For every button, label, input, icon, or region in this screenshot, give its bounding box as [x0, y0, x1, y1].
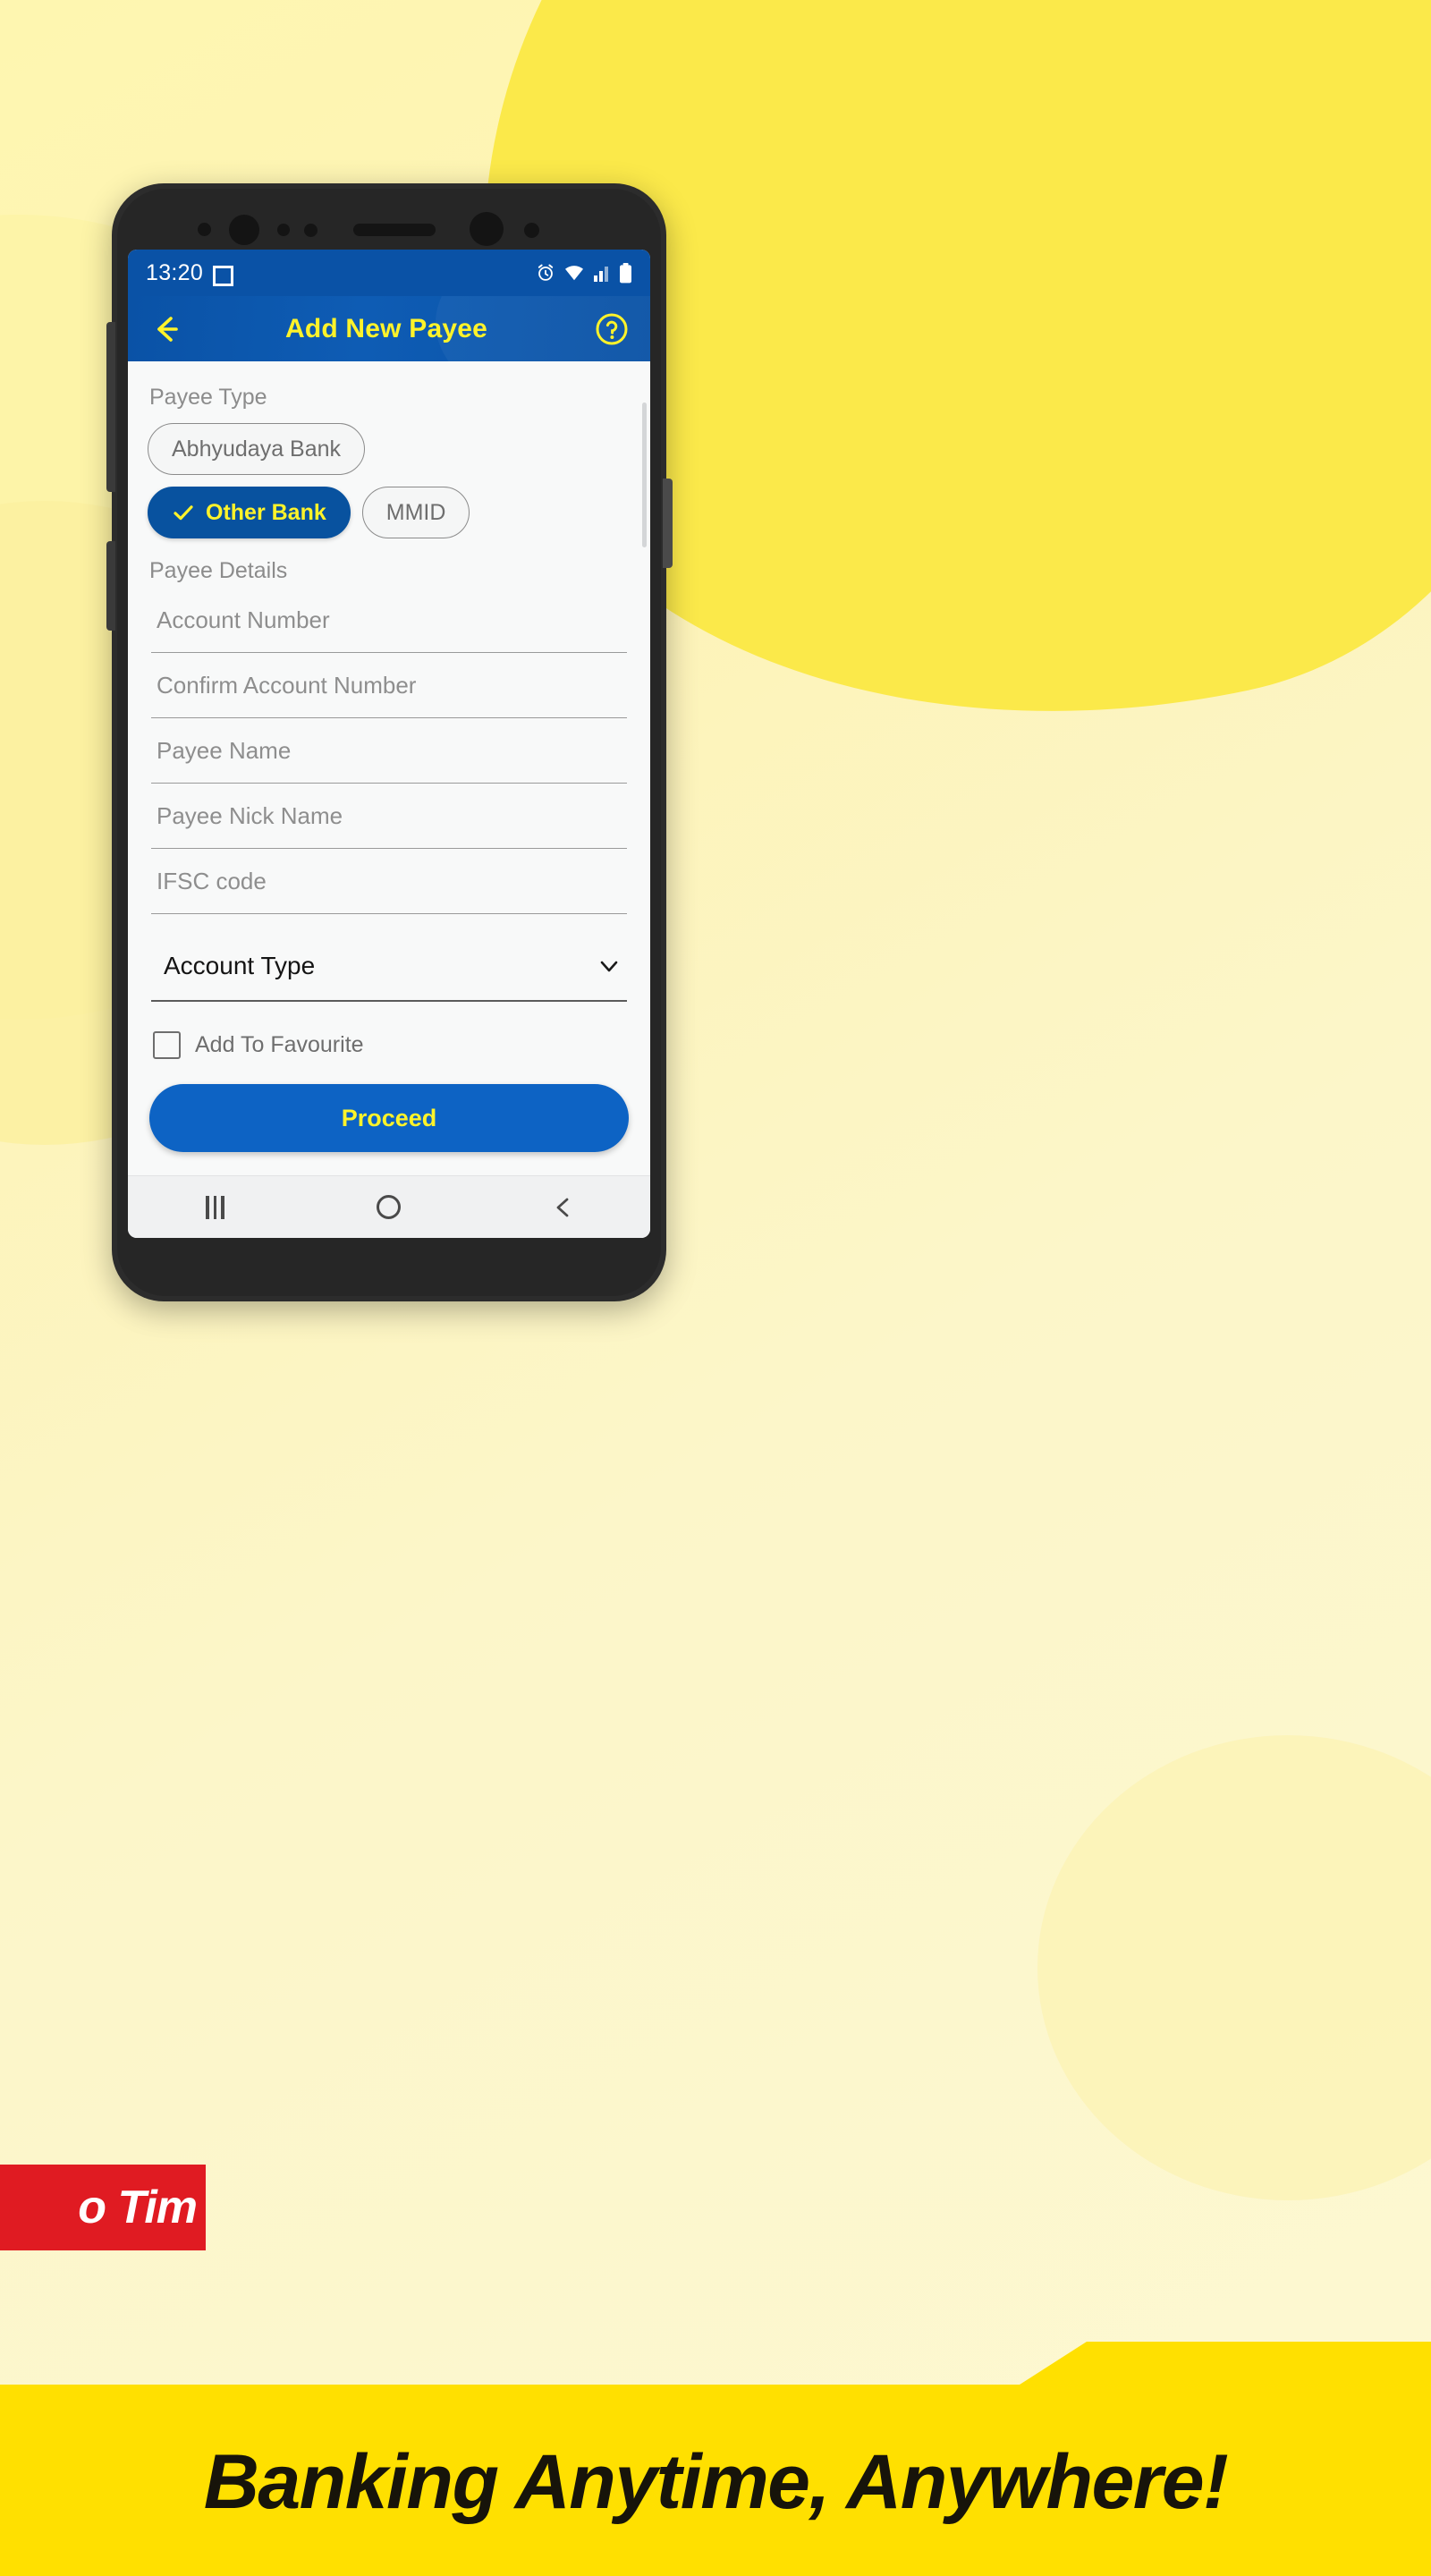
sensor-dot-icon	[524, 223, 539, 238]
phone-mockup: 13:20 Add New Payee Payee Type Abhyudaya…	[106, 183, 673, 1301]
volume-down-button[interactable]	[106, 541, 115, 631]
nav-back-icon[interactable]	[523, 1195, 604, 1220]
phone-screen: 13:20 Add New Payee Payee Type Abhyudaya…	[128, 250, 650, 1238]
signal-icon	[593, 263, 611, 283]
payee-nick-name-input[interactable]	[151, 801, 627, 830]
chip-label: Other Bank	[206, 499, 326, 525]
chip-mmid[interactable]: MMID	[361, 487, 470, 538]
promo-red-banner-text: o Tim	[78, 2182, 198, 2233]
home-circle-icon[interactable]	[349, 1195, 429, 1219]
proceed-button-label: Proceed	[341, 1104, 437, 1131]
confirm-account-number-field[interactable]	[151, 653, 627, 718]
chip-other-bank[interactable]: Other Bank	[148, 487, 351, 538]
alarm-icon	[536, 263, 555, 283]
chip-abhyudaya-bank[interactable]: Abhyudaya Bank	[148, 423, 366, 475]
account-number-field[interactable]	[151, 588, 627, 653]
payee-type-label: Payee Type	[149, 385, 267, 410]
crop-brackets-icon	[213, 263, 234, 286]
volume-up-button[interactable]	[106, 322, 115, 492]
promo-red-banner: o Tim	[0, 2165, 206, 2250]
form-content: Payee Type Abhyudaya Bank Other Bank MMI…	[128, 361, 650, 1175]
sensor-dot-icon	[277, 224, 290, 236]
payee-name-input[interactable]	[151, 736, 627, 765]
earpiece-speaker-icon	[353, 224, 436, 236]
confirm-account-number-input[interactable]	[151, 671, 627, 699]
promo-ribbon-text: Banking Anytime, Anywhere!	[203, 2438, 1229, 2525]
recents-icon[interactable]	[174, 1195, 255, 1219]
sensor-dot-icon	[198, 223, 211, 236]
payee-details-label: Payee Details	[149, 558, 288, 583]
phone-sensor-row	[112, 210, 666, 248]
front-camera-icon	[229, 215, 259, 245]
payee-type-chip-group: Abhyudaya Bank	[148, 423, 631, 475]
payee-name-field[interactable]	[151, 718, 627, 784]
check-icon	[172, 501, 195, 524]
proximity-sensor-icon	[470, 212, 504, 246]
sensor-dot-icon	[304, 224, 318, 237]
wifi-icon	[563, 263, 585, 283]
battery-icon	[619, 262, 632, 284]
status-bar: 13:20	[128, 250, 650, 296]
add-to-favourite-checkbox[interactable]	[153, 1031, 181, 1059]
add-to-favourite-row[interactable]: Add To Favourite	[153, 1031, 631, 1084]
form-spacer	[148, 1002, 631, 1031]
account-number-input[interactable]	[151, 606, 627, 634]
chip-label: MMID	[385, 499, 446, 525]
account-type-dropdown[interactable]: Account Type	[151, 932, 627, 1002]
payee-nick-name-field[interactable]	[151, 784, 627, 849]
page-title: Add New Payee	[284, 313, 488, 343]
chevron-down-icon	[597, 953, 622, 979]
add-to-favourite-label: Add To Favourite	[195, 1032, 364, 1057]
payee-type-chip-group-row2: Other Bank MMID	[148, 487, 631, 538]
power-button[interactable]	[663, 479, 673, 568]
promo-ribbon-text-wrap: Banking Anytime, Anywhere!	[0, 2342, 1431, 2576]
status-bar-time: 13:20	[146, 259, 204, 285]
chip-label: Abhyudaya Bank	[172, 436, 342, 462]
status-bar-icons	[536, 262, 632, 284]
ifsc-code-field[interactable]	[151, 849, 627, 914]
help-circle-icon[interactable]	[593, 310, 631, 348]
account-type-value: Account Type	[164, 952, 316, 979]
proceed-button[interactable]: Proceed	[149, 1084, 629, 1152]
android-nav-bar	[128, 1175, 650, 1238]
scrollbar-thumb[interactable]	[642, 402, 647, 547]
app-bar: Add New Payee	[128, 296, 650, 361]
ifsc-code-input[interactable]	[151, 867, 627, 895]
